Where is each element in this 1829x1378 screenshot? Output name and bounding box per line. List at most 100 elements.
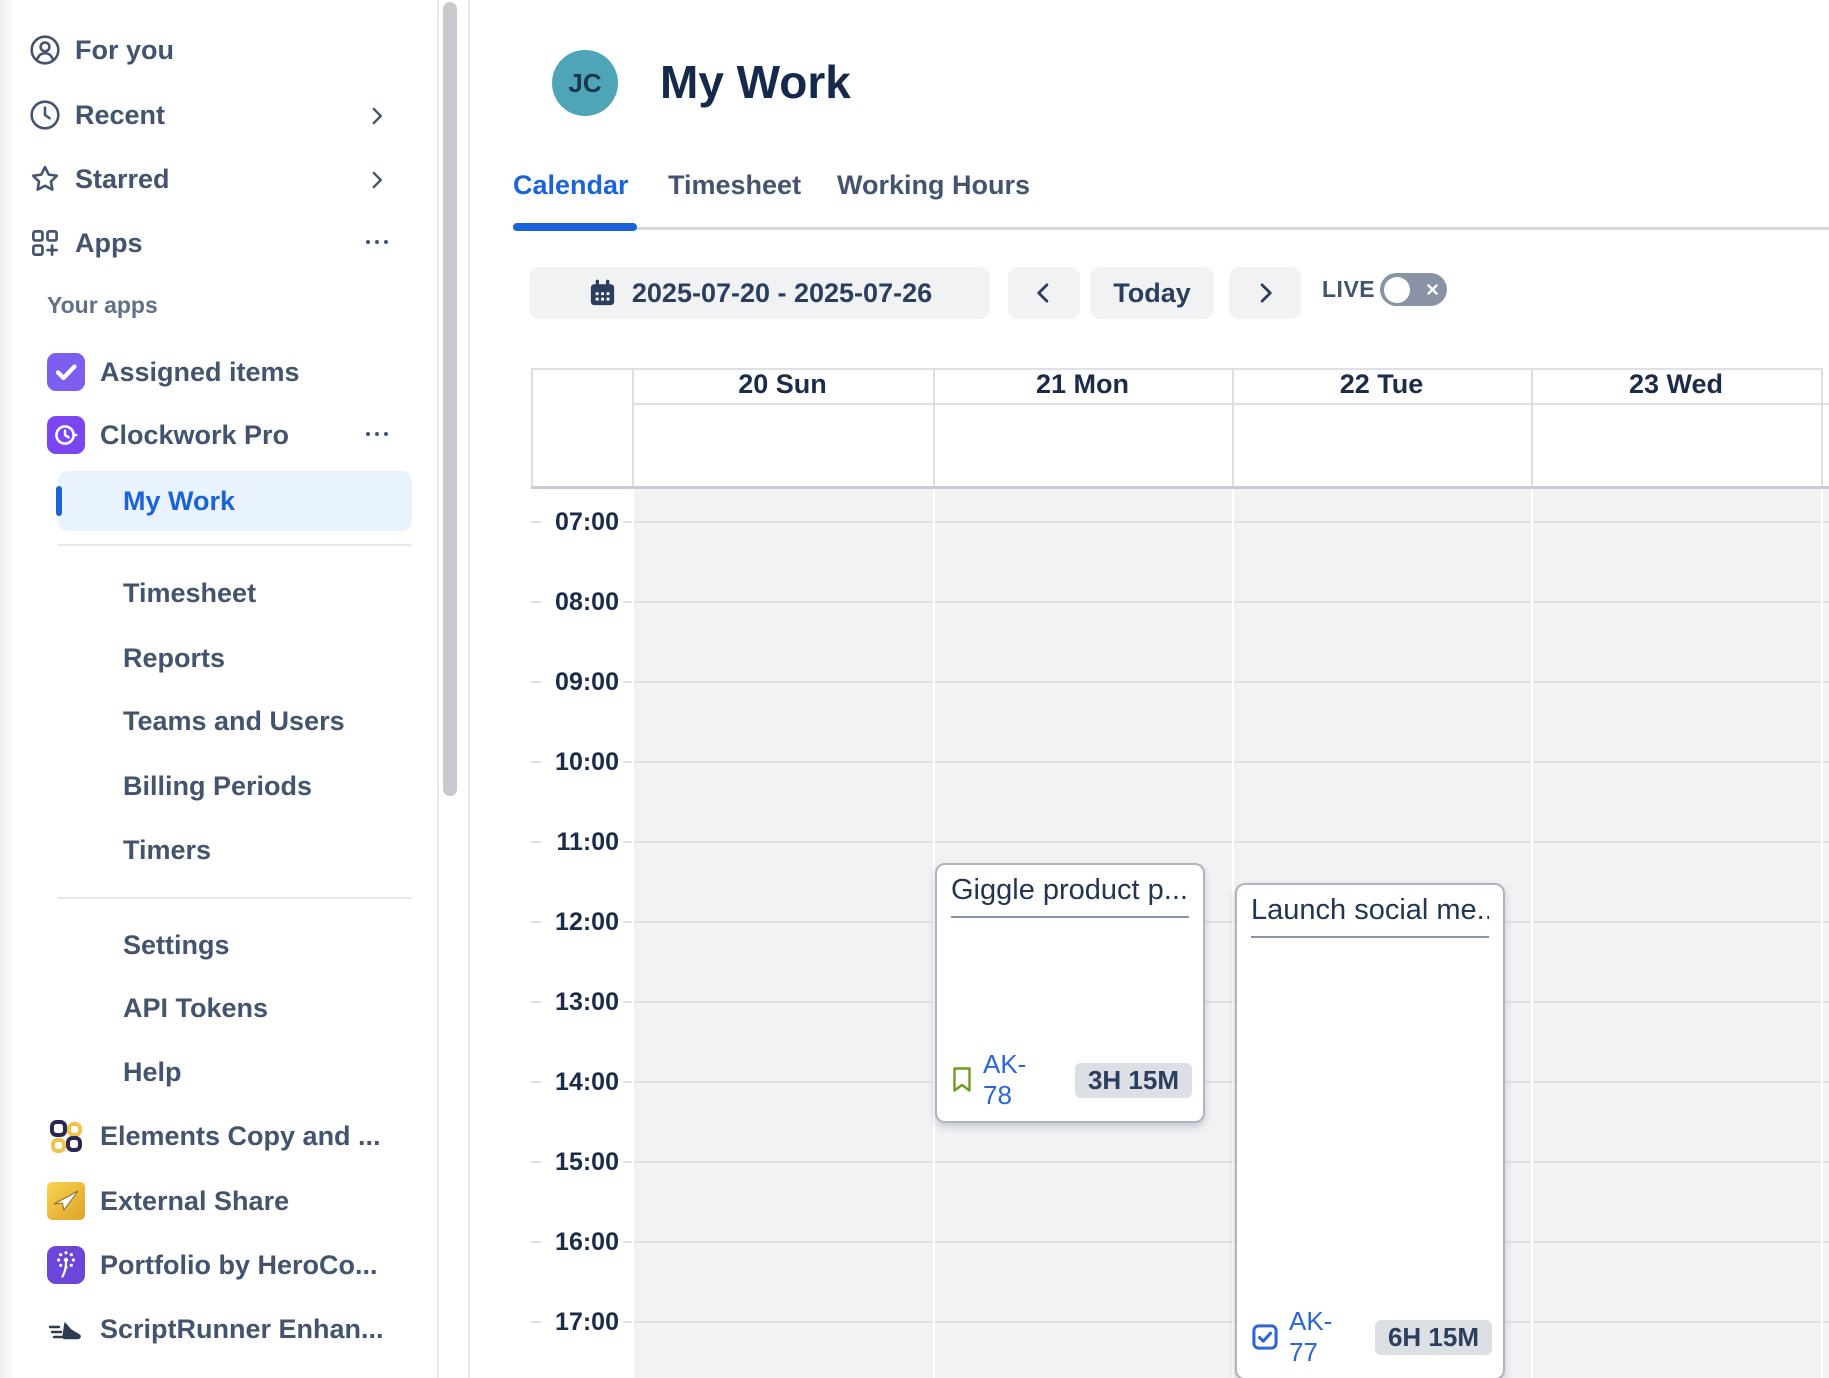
event-card-ak-77[interactable]: Launch social me... AK-77 6H 15M	[1235, 883, 1505, 1378]
more-ellipsis-icon[interactable]	[364, 429, 390, 455]
column-border	[1531, 489, 1533, 1378]
sidebar-item-label: Help	[123, 1050, 182, 1094]
sidebar-item-portfolio[interactable]: Portfolio by HeroCo...	[0, 1243, 437, 1287]
sidebar-item-apps[interactable]: Apps	[0, 221, 437, 265]
today-button[interactable]: Today	[1090, 267, 1214, 319]
sidebar-item-external-share[interactable]: External Share	[0, 1179, 437, 1223]
your-apps-section-label: Your apps	[47, 292, 347, 319]
sidebar-item-starred[interactable]: Starred	[0, 157, 437, 201]
sidebar-item-billing-periods[interactable]: Billing Periods	[0, 764, 437, 808]
issue-key-link[interactable]: AK-77	[1289, 1306, 1355, 1368]
time-label: 12:00	[541, 905, 623, 939]
clock-icon	[28, 98, 62, 132]
sidebar-item-label: Settings	[123, 923, 230, 967]
main-panel-border	[468, 0, 470, 1378]
sidebar-item-clockwork-pro[interactable]: Clockwork Pro	[0, 413, 437, 457]
hour-gridline	[531, 761, 1829, 763]
sidebar-item-label: Apps	[75, 221, 143, 265]
sidebar-item-my-work-selected[interactable]: My Work	[58, 471, 412, 531]
page-title: My Work	[660, 55, 851, 109]
tab-working-hours[interactable]: Working Hours	[837, 170, 1030, 201]
sidebar-divider	[58, 544, 412, 546]
time-label: 15:00	[541, 1145, 623, 1179]
day-header-divider	[632, 403, 1829, 405]
sidebar-item-settings[interactable]: Settings	[0, 923, 437, 967]
sidebar-item-label: Reports	[123, 636, 225, 680]
live-label: LIVE	[1322, 276, 1375, 303]
sidebar-item-label: External Share	[100, 1179, 289, 1223]
tab-timesheet[interactable]: Timesheet	[668, 170, 801, 201]
hour-gridline	[531, 681, 1829, 683]
clockwork-clock-icon	[47, 416, 85, 454]
date-range-button[interactable]: 2025-07-20 - 2025-07-26	[529, 267, 990, 319]
sidebar-item-elements-copy[interactable]: Elements Copy and ...	[0, 1114, 437, 1158]
sidebar-item-label: Portfolio by HeroCo...	[100, 1243, 378, 1287]
duration-badge: 6H 15M	[1375, 1320, 1492, 1355]
sidebar-item-label: ScriptRunner Enhan...	[100, 1307, 384, 1351]
checkbox-icon	[1251, 1323, 1279, 1351]
column-border	[1821, 489, 1823, 1378]
calendar-icon	[587, 278, 618, 309]
time-label: 09:00	[541, 665, 623, 699]
sidebar-item-api-tokens[interactable]: API Tokens	[0, 986, 437, 1030]
sidebar-item-scriptrunner[interactable]: ScriptRunner Enhan...	[0, 1307, 437, 1351]
sidebar-border	[437, 0, 439, 1378]
next-week-button[interactable]	[1229, 267, 1301, 319]
chevron-right-icon[interactable]	[364, 167, 390, 193]
sidebar-item-assigned-items[interactable]: Assigned items	[0, 350, 437, 394]
sidebar-item-label: Starred	[75, 157, 170, 201]
sidebar-item-label: Elements Copy and ...	[100, 1114, 381, 1158]
sidebar-item-teams-and-users[interactable]: Teams and Users	[0, 699, 437, 743]
sidebar-item-label: Timers	[123, 828, 211, 872]
chevron-right-icon[interactable]	[364, 103, 390, 129]
live-toggle[interactable]	[1380, 273, 1447, 306]
hour-gridline	[531, 1241, 1829, 1243]
person-icon	[28, 33, 62, 67]
more-ellipsis-icon[interactable]	[364, 237, 390, 263]
time-label: 11:00	[541, 825, 623, 859]
event-card-ak-78[interactable]: Giggle product p... AK-78 3H 15M	[935, 863, 1205, 1123]
grid-top-border	[531, 486, 1829, 489]
bookmark-icon	[951, 1066, 973, 1094]
sidebar-item-label: My Work	[123, 471, 235, 531]
sidebar: For you Recent Starred	[0, 0, 437, 1378]
sidebar-item-help[interactable]: Help	[0, 1050, 437, 1094]
time-label: 16:00	[541, 1225, 623, 1259]
issue-key-link[interactable]: AK-78	[983, 1049, 1055, 1111]
tab-calendar[interactable]: Calendar	[513, 170, 629, 201]
active-item-indicator	[56, 486, 62, 516]
sidebar-item-timers[interactable]: Timers	[0, 828, 437, 872]
column-border	[1232, 368, 1234, 486]
time-label: 07:00	[541, 505, 623, 539]
column-border	[531, 368, 533, 486]
day-header-sun: 20 Sun	[632, 369, 933, 399]
sidebar-edge-shadow	[0, 0, 14, 1378]
event-footer: AK-77 6H 15M	[1251, 1306, 1492, 1368]
assigned-items-check-icon	[47, 353, 85, 391]
sidebar-item-label: For you	[75, 28, 174, 72]
date-range-label: 2025-07-20 - 2025-07-26	[632, 278, 932, 309]
sidebar-scrollbar[interactable]	[443, 2, 457, 796]
tabs-divider	[513, 227, 1829, 230]
time-label: 17:00	[541, 1305, 623, 1339]
active-tab-indicator	[513, 223, 637, 231]
sidebar-item-reports[interactable]: Reports	[0, 636, 437, 680]
sidebar-item-recent[interactable]: Recent	[0, 93, 437, 137]
time-label: 13:00	[541, 985, 623, 1019]
apps-grid-icon	[28, 226, 62, 260]
time-label: 10:00	[541, 745, 623, 779]
sidebar-item-label: Timesheet	[123, 571, 256, 615]
chevron-right-icon	[1251, 279, 1279, 307]
dandelion-icon	[47, 1246, 85, 1284]
event-footer: AK-78 3H 15M	[951, 1049, 1192, 1111]
toggle-knob	[1384, 277, 1410, 303]
sidebar-item-timesheet[interactable]: Timesheet	[0, 571, 437, 615]
day-header-wed: 23 Wed	[1531, 369, 1821, 399]
hour-gridline	[531, 1321, 1829, 1323]
paper-plane-icon	[47, 1182, 85, 1220]
previous-week-button[interactable]	[1008, 267, 1080, 319]
time-label: 14:00	[541, 1065, 623, 1099]
column-border	[933, 368, 935, 486]
sidebar-item-for-you[interactable]: For you	[0, 28, 437, 72]
app-window: For you Recent Starred	[0, 0, 1829, 1378]
